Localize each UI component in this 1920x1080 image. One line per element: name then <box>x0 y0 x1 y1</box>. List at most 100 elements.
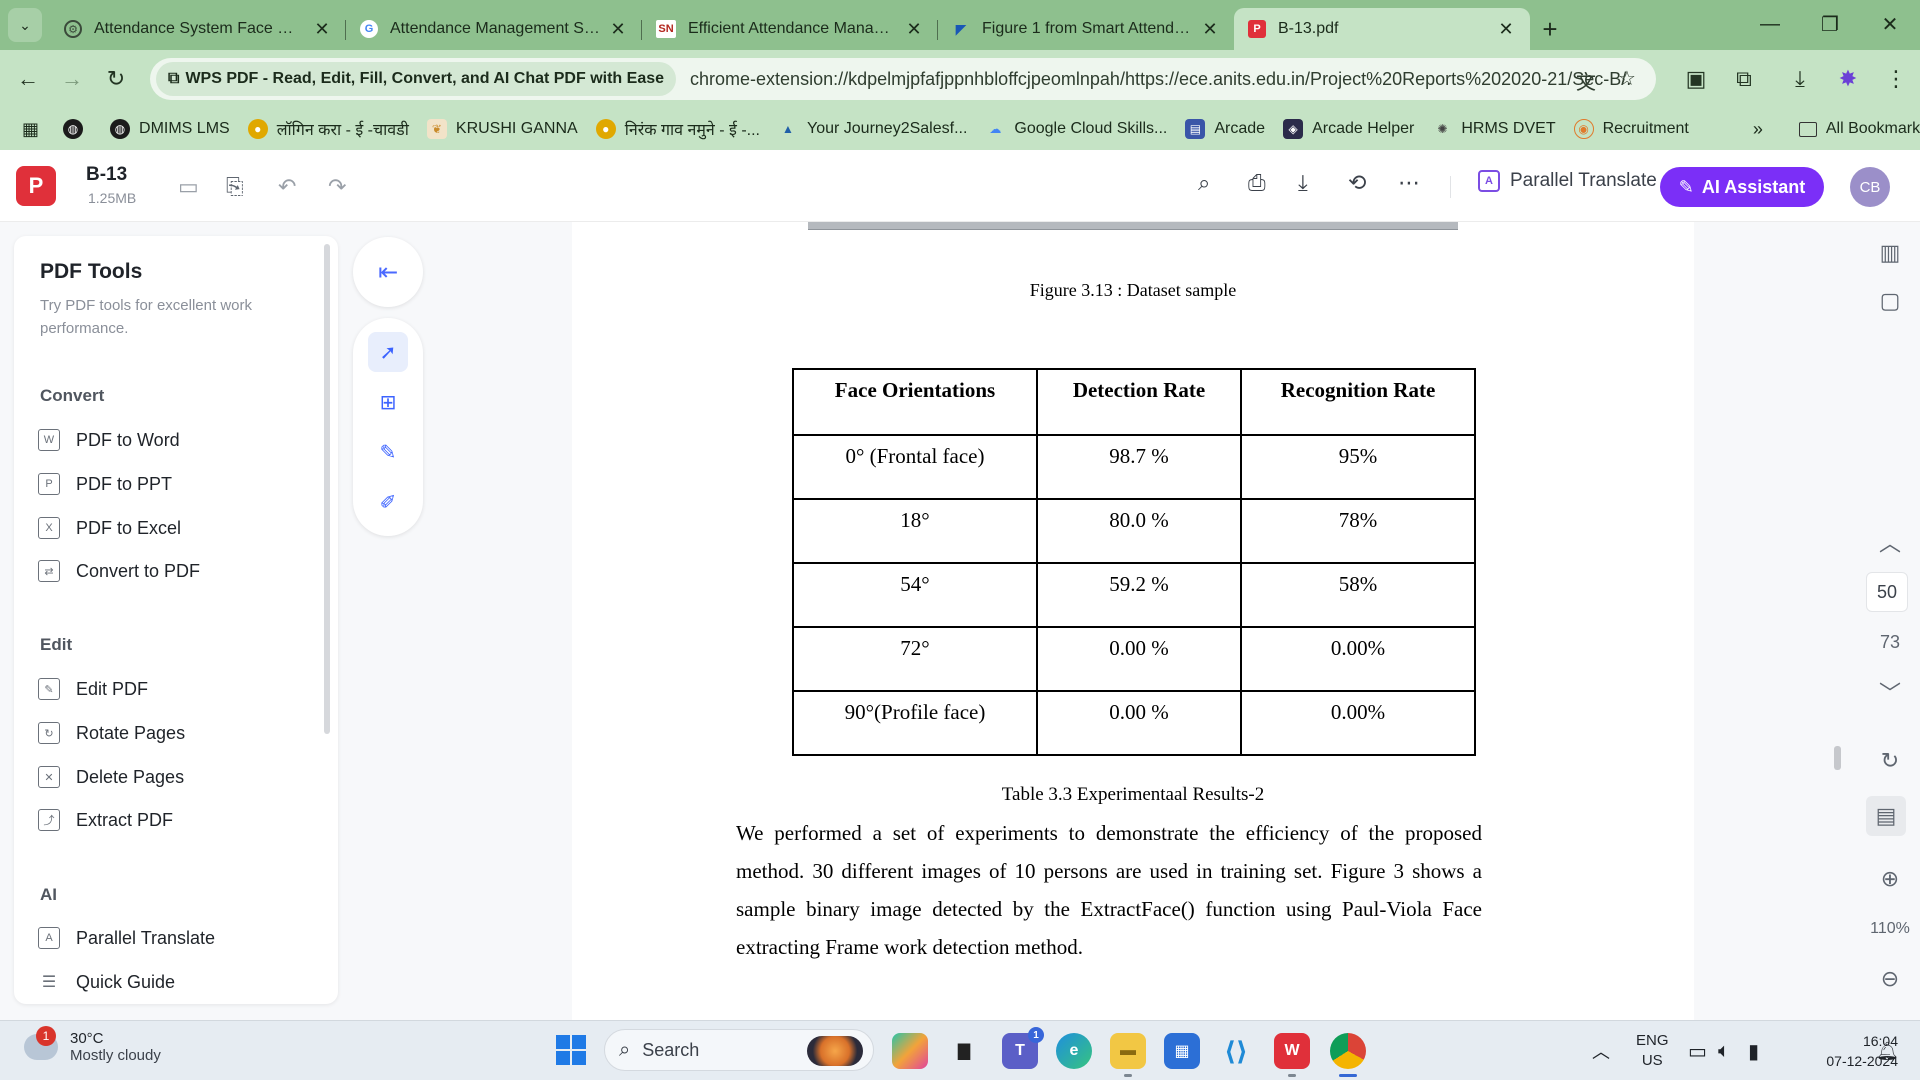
battery-icon[interactable]: ▮ <box>1748 1021 1759 1080</box>
bookmark-item[interactable]: ◈ Arcade Helper <box>1283 119 1414 139</box>
download-icon[interactable]: ⤓ <box>1298 170 1308 196</box>
more-bookmarks-chevron-icon[interactable]: » <box>1753 119 1763 140</box>
tab-title: Attendance Management Syste <box>390 20 600 37</box>
redo-icon[interactable]: ↷ <box>328 174 346 200</box>
zoom-out-icon[interactable]: ⊖ <box>1860 966 1920 992</box>
sidebar-scrollbar[interactable] <box>324 244 330 734</box>
add-comment-icon[interactable]: ⊞ <box>368 382 408 422</box>
wps-office-icon[interactable]: W <box>1274 1033 1310 1077</box>
taskbar-search-box[interactable]: ⌕ Search <box>604 1029 874 1071</box>
weather-widget[interactable]: 1 30°C Mostly cloudy <box>24 1026 161 1064</box>
file-explorer-stack-icon[interactable]: ▇ <box>946 1033 982 1069</box>
tool-pdf-to-word[interactable]: W PDF to Word <box>38 425 318 455</box>
show-hidden-icons-chevron[interactable]: ︿ <box>1592 1021 1610 1080</box>
forward-arrow-icon[interactable]: → <box>50 57 94 101</box>
download-icon[interactable]: ⤓ <box>1776 59 1824 99</box>
browser-tab[interactable]: SN Efficient Attendance Managem ✕ <box>642 8 938 50</box>
tab-close-icon[interactable]: ✕ <box>904 19 924 40</box>
zoom-in-icon[interactable]: ⊕ <box>1860 866 1920 892</box>
page-down-chevron-icon[interactable]: ﹀ <box>1860 676 1920 708</box>
tool-delete-pages[interactable]: ✕ Delete Pages <box>38 762 318 792</box>
print-icon[interactable]: ⎙ <box>1248 170 1266 196</box>
close-window-icon[interactable]: ✕ <box>1860 0 1920 48</box>
tool-convert-to-pdf[interactable]: ⇄ Convert to PDF <box>38 556 318 586</box>
document-scrollbar-thumb[interactable] <box>1834 746 1841 770</box>
bookmark-item[interactable]: ✺ HRMS DVET <box>1432 119 1555 139</box>
bookmark-item[interactable]: ◍ <box>63 119 92 139</box>
browser-tab[interactable]: ◤ Figure 1 from Smart Attendanc ✕ <box>938 8 1234 50</box>
save-icon[interactable]: ▭ <box>178 174 199 200</box>
undo-icon[interactable]: ↶ <box>278 174 296 200</box>
page-up-chevron-icon[interactable]: ︿ <box>1860 526 1920 558</box>
bookmark-item[interactable]: ◍ DMIMS LMS <box>110 119 230 139</box>
bookmark-item[interactable]: ▲ Your Journey2Salesf... <box>778 119 967 139</box>
bookmark-item[interactable]: ▤ Arcade <box>1185 119 1265 139</box>
reload-icon[interactable]: ↻ <box>94 57 138 101</box>
copilot-icon[interactable] <box>892 1033 928 1069</box>
zoom-level[interactable]: 110% <box>1860 920 1920 938</box>
translate-icon[interactable]: 文 <box>1576 66 1596 95</box>
chrome-profile-icon[interactable]: ✸ <box>1824 59 1872 99</box>
tab-close-icon[interactable]: ✕ <box>1496 19 1516 40</box>
kebab-menu-icon[interactable]: ⋮ <box>1872 59 1920 99</box>
weather-description: Mostly cloudy <box>70 1047 161 1064</box>
address-bar[interactable]: ⧉ WPS PDF - Read, Edit, Fill, Convert, an… <box>150 58 1656 100</box>
bookmark-item[interactable]: ◉ Recruitment <box>1573 119 1689 139</box>
microsoft-store-icon[interactable]: ▦ <box>1164 1033 1200 1069</box>
select-cursor-icon[interactable]: ➚ <box>368 332 408 372</box>
avatar[interactable]: CB <box>1850 167 1890 207</box>
collapse-panel-icon[interactable]: ⇤ <box>353 237 423 307</box>
browser-tab-active[interactable]: P B-13.pdf ✕ <box>1234 8 1530 50</box>
draw-pen-icon[interactable]: ✐ <box>368 482 408 522</box>
save-as-icon[interactable]: ⎘ <box>226 174 244 200</box>
extensions-puzzle-icon[interactable]: ⧉ <box>1720 59 1768 99</box>
tool-parallel-translate[interactable]: A Parallel Translate <box>38 923 318 953</box>
all-bookmarks-button[interactable]: All Bookmarks <box>1798 120 1920 138</box>
apps-grid-icon[interactable]: ▦ <box>22 119 39 140</box>
edge-icon[interactable]: e <box>1056 1033 1092 1069</box>
chrome-icon[interactable] <box>1330 1033 1366 1077</box>
tab-search-chevron-icon[interactable]: ⌄ <box>8 8 42 42</box>
tab-close-icon[interactable]: ✕ <box>312 19 332 40</box>
tab-close-icon[interactable]: ✕ <box>1200 19 1220 40</box>
bookmark-star-icon[interactable]: ☆ <box>1618 66 1636 91</box>
windows-start-icon[interactable] <box>556 1035 586 1065</box>
restore-icon[interactable]: ❐ <box>1800 0 1860 48</box>
tool-rotate-pages[interactable]: ↻ Rotate Pages <box>38 718 318 748</box>
volume-icon[interactable]: 🔈︎ <box>1718 1021 1730 1080</box>
bookmark-item[interactable]: ❦ KRUSHI GANNA <box>426 119 578 139</box>
profile-extension-icon[interactable]: ▣ <box>1672 59 1720 99</box>
tool-quick-guide[interactable]: ☰ Quick Guide <box>38 967 318 997</box>
comment-icon[interactable]: ▢ <box>1860 288 1920 314</box>
search-icon[interactable]: ⌕ <box>1198 170 1210 196</box>
bookmark-item[interactable]: ☁ Google Cloud Skills... <box>985 119 1167 139</box>
share-icon[interactable]: ⟲ <box>1348 170 1366 196</box>
highlight-pen-icon[interactable]: ✎ <box>368 432 408 472</box>
tool-edit-pdf[interactable]: ✎ Edit PDF <box>38 674 318 704</box>
new-tab-plus-icon[interactable]: + <box>1530 8 1570 50</box>
layout-panel-icon[interactable]: ▥ <box>1860 240 1920 266</box>
current-page-input[interactable]: 50 <box>1866 572 1908 612</box>
extension-chip[interactable]: ⧉ WPS PDF - Read, Edit, Fill, Convert, an… <box>156 62 677 96</box>
tool-extract-pdf[interactable]: ⤴ Extract PDF <box>38 805 318 835</box>
tab-close-icon[interactable]: ✕ <box>608 19 628 40</box>
tool-pdf-to-ppt[interactable]: P PDF to PPT <box>38 469 318 499</box>
vscode-icon[interactable]: ⟨⟩ <box>1218 1033 1254 1069</box>
refresh-icon[interactable]: ↻ <box>1860 748 1920 774</box>
browser-tab[interactable]: ⚙ Attendance System Face Recog ✕ <box>50 8 346 50</box>
parallel-translate-button[interactable]: A Parallel Translate <box>1478 170 1657 192</box>
folder-icon[interactable]: ▬ <box>1110 1033 1146 1077</box>
minimize-icon[interactable]: — <box>1740 0 1800 48</box>
tool-pdf-to-excel[interactable]: X PDF to Excel <box>38 513 318 543</box>
notification-bell-icon[interactable]: 🔔︎ <box>1876 1021 1899 1080</box>
teams-icon[interactable]: T1 <box>1002 1027 1044 1069</box>
network-icon[interactable]: ▭ <box>1688 1021 1707 1080</box>
more-options-icon[interactable]: ⋯ <box>1398 170 1420 196</box>
bookmark-item[interactable]: ● निरंक गाव नमुने - ई -... <box>595 118 760 140</box>
document-view-icon[interactable]: ▤ <box>1866 796 1906 836</box>
bookmark-item[interactable]: ● लॉगिन करा - ई -चावडी <box>247 118 409 140</box>
back-arrow-icon[interactable]: ← <box>6 57 50 101</box>
browser-tab[interactable]: G Attendance Management Syste ✕ <box>346 8 642 50</box>
language-indicator[interactable]: ENG US <box>1636 1021 1669 1080</box>
ai-assistant-button[interactable]: ✎ AI Assistant <box>1660 167 1824 207</box>
